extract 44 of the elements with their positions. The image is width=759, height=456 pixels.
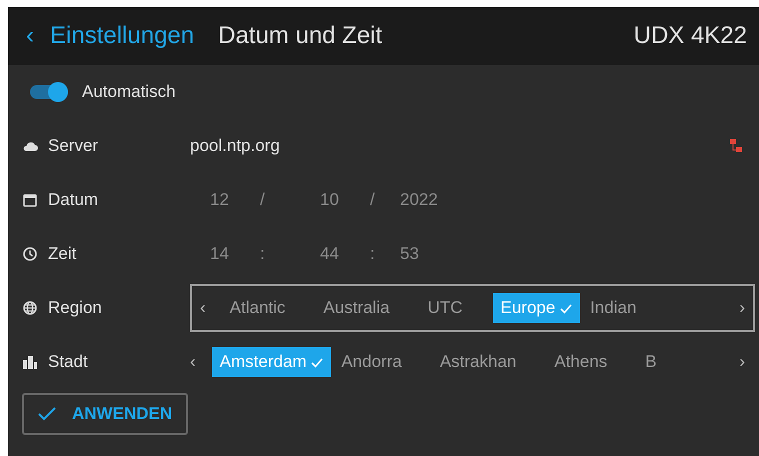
next-arrow[interactable]: › [731, 349, 753, 375]
prev-arrow[interactable]: ‹ [182, 349, 204, 375]
separator: : [260, 243, 266, 266]
apply-button[interactable]: ANWENDEN [22, 393, 188, 434]
field-label: Server [48, 135, 98, 158]
option-item[interactable]: Australia [315, 293, 398, 323]
option-item[interactable]: Atlantic [222, 293, 294, 323]
option-item[interactable]: Amsterdam [212, 347, 332, 377]
toggle-label: Automatisch [82, 81, 176, 104]
value-text: 53 [400, 243, 420, 266]
check-icon [38, 406, 56, 421]
field-label: Datum [48, 189, 98, 212]
selector-field[interactable]: ‹ Atlantic Australia UTC Europe Indian › [190, 284, 755, 332]
field-label: Zeit [48, 243, 76, 266]
page-title: Datum und Zeit [218, 21, 384, 51]
field-label: Region [48, 297, 102, 320]
value-text: 12 [209, 189, 230, 212]
globe-icon [22, 300, 38, 316]
calendar-icon [22, 192, 38, 208]
device-name: UDX 4K22 [634, 21, 747, 51]
option-item[interactable]: B [637, 347, 665, 377]
option-item[interactable]: UTC [420, 293, 471, 323]
back-link[interactable]: ‹ Einstellungen [26, 18, 194, 54]
prev-arrow[interactable]: ‹ [192, 295, 214, 321]
toggle-switch[interactable] [30, 81, 68, 103]
option-item[interactable]: Athens [546, 347, 616, 377]
check-icon [311, 358, 324, 368]
separator: / [260, 189, 266, 212]
buildings-icon [22, 354, 38, 370]
value-text: 10 [320, 189, 340, 212]
check-icon [560, 304, 572, 314]
option-item[interactable]: Astrakhan [432, 347, 524, 377]
server-value: pool.ntp.org [190, 135, 281, 158]
value-text: 14 [209, 243, 230, 266]
separator: : [370, 243, 376, 266]
next-arrow[interactable]: › [731, 295, 753, 321]
value-text: 44 [320, 243, 340, 266]
clock-icon [22, 246, 38, 262]
separator: / [370, 189, 376, 212]
value-text: 2022 [400, 189, 439, 212]
option-item[interactable]: Europe [492, 293, 580, 323]
field-label: Stadt [48, 351, 88, 374]
option-item[interactable]: Indian [582, 293, 644, 323]
option-item[interactable]: Andorra [333, 347, 410, 377]
